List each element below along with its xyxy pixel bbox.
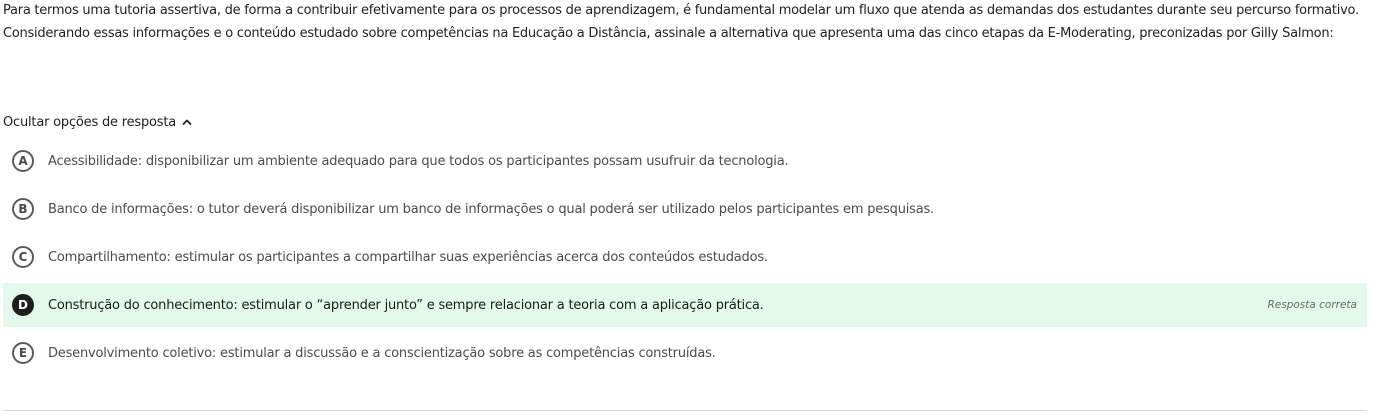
option-text-c: Compartilhamento: estimular os participa… bbox=[48, 249, 768, 265]
option-text-d: Construção do conhecimento: estimular o … bbox=[48, 297, 764, 313]
question-text: Para termos uma tutoria assertiva, de fo… bbox=[3, 0, 1369, 45]
option-text-b: Banco de informações: o tutor deverá dis… bbox=[48, 201, 934, 217]
option-letter-b: B bbox=[12, 198, 34, 220]
answer-options-list: A Acessibilidade: disponibilizar um ambi… bbox=[3, 139, 1367, 379]
option-letter-d: D bbox=[12, 294, 34, 316]
option-letter-c: C bbox=[12, 246, 34, 268]
answer-option-b[interactable]: B Banco de informações: o tutor deverá d… bbox=[3, 187, 1367, 231]
answer-option-d[interactable]: D Construção do conhecimento: estimular … bbox=[3, 283, 1367, 327]
answer-option-e[interactable]: E Desenvolvimento coletivo: estimular a … bbox=[3, 331, 1367, 375]
correct-answer-badge: Resposta correta bbox=[1267, 299, 1357, 311]
toggle-label: Ocultar opções de resposta bbox=[3, 114, 177, 130]
bottom-divider bbox=[3, 410, 1367, 411]
question-paragraph-2: Considerando essas informações e o conte… bbox=[3, 25, 1334, 41]
answer-option-a[interactable]: A Acessibilidade: disponibilizar um ambi… bbox=[3, 139, 1367, 183]
option-letter-e: E bbox=[12, 342, 34, 364]
chevron-up-icon bbox=[180, 115, 194, 129]
option-text-e: Desenvolvimento coletivo: estimular a di… bbox=[48, 345, 716, 361]
option-letter-a: A bbox=[12, 150, 34, 172]
question-paragraph-1: Para termos uma tutoria assertiva, de fo… bbox=[3, 3, 1359, 18]
answer-option-c[interactable]: C Compartilhamento: estimular os partici… bbox=[3, 235, 1367, 279]
option-text-a: Acessibilidade: disponibilizar um ambien… bbox=[48, 153, 789, 169]
hide-answer-options-toggle[interactable]: Ocultar opções de resposta bbox=[3, 112, 194, 132]
